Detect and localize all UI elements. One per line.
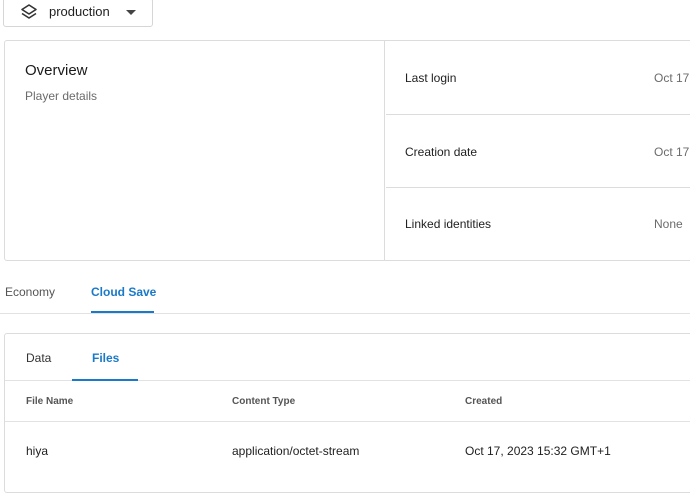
cloud-save-card: Data Files File Name Content Type Create… <box>4 333 690 493</box>
detail-value: Oct 17, <box>654 71 690 85</box>
cell-created: Oct 17, 2023 15:32 GMT+1 <box>465 444 611 458</box>
active-tab-indicator <box>72 379 138 381</box>
detail-row-creation-date: Creation date Oct 17, <box>386 115 690 188</box>
tab-cloud-save[interactable]: Cloud Save <box>91 285 156 299</box>
cell-content-type: application/octet-stream <box>232 444 360 458</box>
tab-economy[interactable]: Economy <box>5 285 55 299</box>
cell-file-name[interactable]: hiya <box>26 444 48 458</box>
layers-icon <box>21 4 37 19</box>
active-tab-indicator <box>91 311 154 313</box>
detail-label: Creation date <box>405 145 478 159</box>
column-header-file-name[interactable]: File Name <box>26 396 73 407</box>
environment-selector[interactable]: production <box>3 0 153 27</box>
environment-label: production <box>49 4 110 19</box>
table-divider <box>5 421 690 422</box>
tab-data[interactable]: Data <box>26 351 51 365</box>
detail-value: None <box>654 217 683 231</box>
column-header-content-type[interactable]: Content Type <box>232 396 295 407</box>
detail-label: Linked identities <box>405 217 492 231</box>
detail-value: Oct 17, <box>654 145 690 159</box>
player-tabs: Economy Cloud Save <box>0 278 690 314</box>
overview-subtitle: Player details <box>25 89 98 103</box>
cloud-save-tabs: Data Files <box>5 334 690 381</box>
caret-down-icon <box>126 10 136 15</box>
detail-row-linked-identities: Linked identities None <box>386 188 690 260</box>
overview-summary: Overview Player details <box>5 41 385 260</box>
column-header-created[interactable]: Created <box>465 396 502 407</box>
tab-files[interactable]: Files <box>92 351 119 365</box>
detail-row-last-login: Last login Oct 17, <box>386 41 690 115</box>
detail-label: Last login <box>405 71 457 85</box>
overview-card: Overview Player details Last login Oct 1… <box>4 40 690 261</box>
overview-title: Overview <box>25 62 88 79</box>
